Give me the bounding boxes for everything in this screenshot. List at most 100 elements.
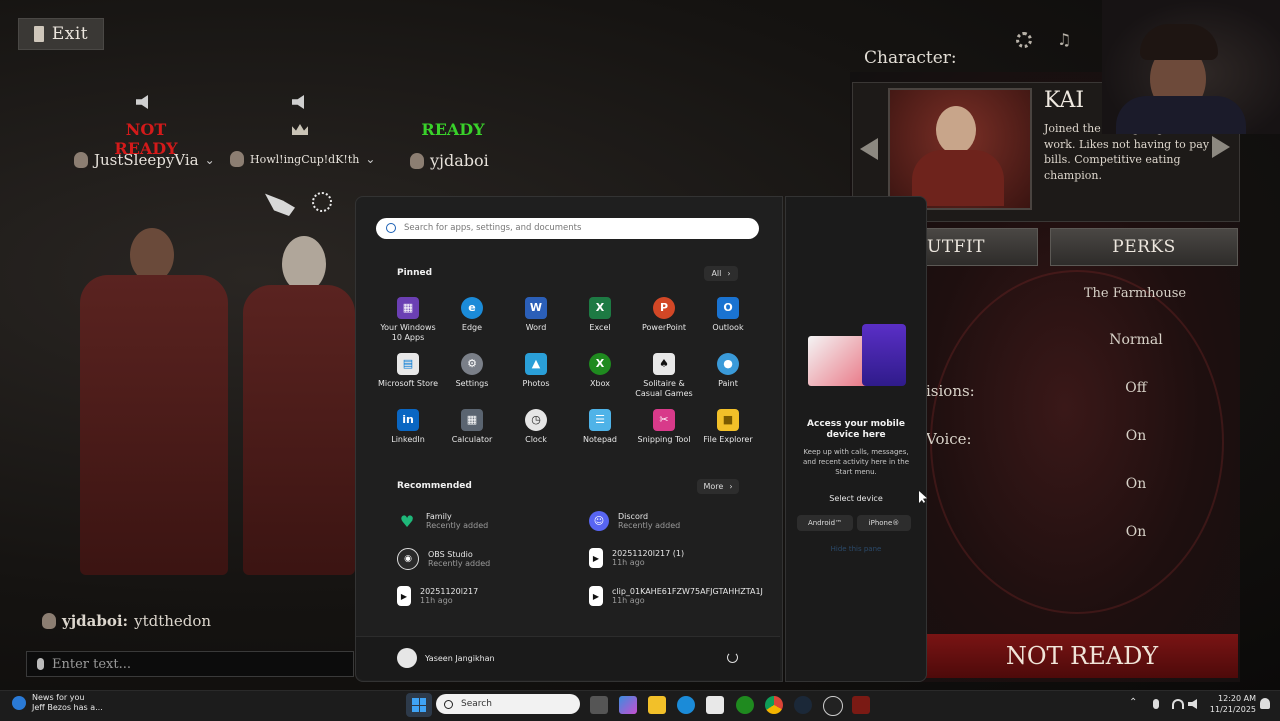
news-sub: Jeff Bezos has a... xyxy=(32,703,103,712)
pinned-app-linkedin[interactable]: in LinkedIn xyxy=(376,409,440,445)
recommended-sub: 11h ago xyxy=(612,596,645,605)
recommended-name: clip_01KAHE61FZW75AFJGTAHHZTA1J xyxy=(612,587,763,596)
phone-link-title: Access your mobile device here xyxy=(807,419,905,440)
more-button[interactable]: More › xyxy=(697,479,739,494)
ready-button[interactable]: NOT READY xyxy=(926,634,1238,678)
player-name: Howl!ingCup!dK!th xyxy=(250,152,360,166)
skull-icon xyxy=(410,152,424,169)
recommended-item[interactable]: ▶ 20251120l217 11h ago xyxy=(397,586,478,606)
player-slot[interactable]: yjdaboi xyxy=(410,151,489,170)
pinned-app-photos[interactable]: ▲ Photos xyxy=(504,353,568,389)
notifications-icon[interactable] xyxy=(1260,698,1270,709)
clock-time[interactable]: 12:20 AM xyxy=(1206,694,1256,703)
file-explorer-icon[interactable] xyxy=(648,696,666,714)
webcam-hair xyxy=(1140,24,1218,60)
pinned-app-word[interactable]: W Word xyxy=(504,297,568,333)
character-model xyxy=(243,285,355,575)
powerpoint-icon: P xyxy=(653,297,675,319)
tab-outfit[interactable]: UTFIT xyxy=(926,228,1038,266)
player-slot[interactable]: Howl!ingCup!dK!th ⌄ xyxy=(230,151,375,167)
player-name: JustSleepyVia xyxy=(94,151,199,169)
pinned-app-label: Settings xyxy=(455,379,489,388)
search-icon xyxy=(444,699,453,709)
copilot-icon[interactable] xyxy=(619,696,637,714)
android-button[interactable]: Android™ xyxy=(797,515,853,531)
taskbar-search[interactable]: Search xyxy=(436,694,580,714)
recommended-sub: 11h ago xyxy=(420,596,453,605)
pinned-app-edge[interactable]: e Edge xyxy=(440,297,504,333)
news-widget[interactable]: News for you Jeff Bezos has a... xyxy=(12,693,103,713)
pinned-app-notepad[interactable]: ☰ Notepad xyxy=(568,409,632,445)
task-view-icon[interactable] xyxy=(590,696,608,714)
user-account-button[interactable]: Yaseen Jangikhan xyxy=(397,648,495,668)
setting-value[interactable]: Normal xyxy=(1100,332,1172,348)
pinned-app-your-windows-10-apps[interactable]: ▦ Your Windows 10 Apps xyxy=(376,297,440,343)
discord-icon: ☺ xyxy=(589,511,609,531)
music-note-icon[interactable]: ♫ xyxy=(1057,30,1071,49)
recommended-item[interactable]: ◉ OBS Studio Recently added xyxy=(397,548,490,570)
sun-emote-icon[interactable] xyxy=(312,192,332,212)
chrome-icon[interactable] xyxy=(765,696,783,714)
setting-value-map[interactable]: The Farmhouse xyxy=(1072,286,1198,301)
hide-pane-link[interactable]: Hide this pane xyxy=(800,545,912,553)
pinned-app-excel[interactable]: X Excel xyxy=(568,297,632,333)
pinned-app-file-explorer[interactable]: ■ File Explorer xyxy=(696,409,760,445)
search-icon xyxy=(386,223,396,233)
setting-value[interactable]: On xyxy=(1100,476,1172,492)
wifi-icon[interactable] xyxy=(1172,699,1184,709)
photos-icon: ▲ xyxy=(525,353,547,375)
iphone-button[interactable]: iPhone® xyxy=(857,515,911,531)
chevron-down-icon[interactable]: ⌄ xyxy=(365,152,375,166)
pentagram-emblem xyxy=(930,270,1224,614)
power-icon[interactable] xyxy=(727,652,738,663)
pinned-app-outlook[interactable]: O Outlook xyxy=(696,297,760,333)
player-status: READY xyxy=(421,120,485,139)
tab-perks[interactable]: PERKS xyxy=(1050,228,1238,266)
pinned-app-label: Paint xyxy=(718,379,738,388)
chat-text: ytdthedon xyxy=(134,612,212,630)
exit-button[interactable]: Exit xyxy=(18,18,104,50)
all-apps-button[interactable]: All › xyxy=(704,266,738,281)
pinned-app-settings[interactable]: ⚙ Settings xyxy=(440,353,504,389)
recommended-item[interactable]: ▶ 20251120l217 (1) 11h ago xyxy=(589,548,684,568)
steam-icon[interactable] xyxy=(794,696,812,714)
paint-icon: ● xyxy=(717,353,739,375)
game-app-icon[interactable] xyxy=(852,696,870,714)
chevron-up-icon[interactable]: ⌃ xyxy=(1129,697,1137,708)
settings-gear-icon[interactable] xyxy=(1016,32,1032,48)
store-icon[interactable] xyxy=(706,696,724,714)
player-slot[interactable]: JustSleepyVia ⌄ xyxy=(74,151,215,169)
pinned-app-solitaire[interactable]: ♠ Solitaire & Casual Games xyxy=(632,353,696,399)
recommended-heading: Recommended xyxy=(397,481,472,491)
character-model xyxy=(130,228,174,282)
setting-value[interactable]: On xyxy=(1100,524,1172,540)
pinned-app-xbox[interactable]: X Xbox xyxy=(568,353,632,389)
start-button[interactable] xyxy=(406,693,432,717)
pinned-app-calculator[interactable]: ▦ Calculator xyxy=(440,409,504,445)
recommended-name: 20251120l217 (1) xyxy=(612,549,685,558)
pinned-app-clock[interactable]: ◷ Clock xyxy=(504,409,568,445)
chevron-down-icon[interactable]: ⌄ xyxy=(205,153,215,167)
pinned-app-label: File Explorer xyxy=(703,435,753,444)
microphone-icon[interactable] xyxy=(1153,699,1159,709)
pinned-app-label: Outlook xyxy=(712,323,744,332)
clock-date[interactable]: 11/21/2025 xyxy=(1206,705,1256,714)
recommended-item[interactable]: ♥ Family Recently added xyxy=(397,511,488,531)
edge-icon[interactable] xyxy=(677,696,695,714)
pinned-app-paint[interactable]: ● Paint xyxy=(696,353,760,389)
chat-input[interactable]: Enter text... xyxy=(26,651,354,677)
obs-icon[interactable] xyxy=(823,696,843,716)
all-apps-label: All xyxy=(711,269,722,278)
xbox-icon[interactable] xyxy=(736,696,754,714)
recommended-item[interactable]: ▶ clip_01KAHE61FZW75AFJGTAHHZTA1J 11h ago xyxy=(589,586,763,606)
microphone-icon[interactable] xyxy=(37,658,44,670)
notepad-icon: ☰ xyxy=(589,409,611,431)
pinned-app-snipping-tool[interactable]: ✂ Snipping Tool xyxy=(632,409,696,445)
recommended-item[interactable]: ☺ Discord Recently added xyxy=(589,511,680,531)
pinned-app-microsoft-store[interactable]: ▤ Microsoft Store xyxy=(376,353,440,389)
exit-label: Exit xyxy=(51,24,89,44)
setting-value[interactable]: On xyxy=(1100,428,1172,444)
pinned-app-powerpoint[interactable]: P PowerPoint xyxy=(632,297,696,333)
setting-value[interactable]: Off xyxy=(1100,380,1172,396)
pinned-app-label: LinkedIn xyxy=(391,435,425,444)
